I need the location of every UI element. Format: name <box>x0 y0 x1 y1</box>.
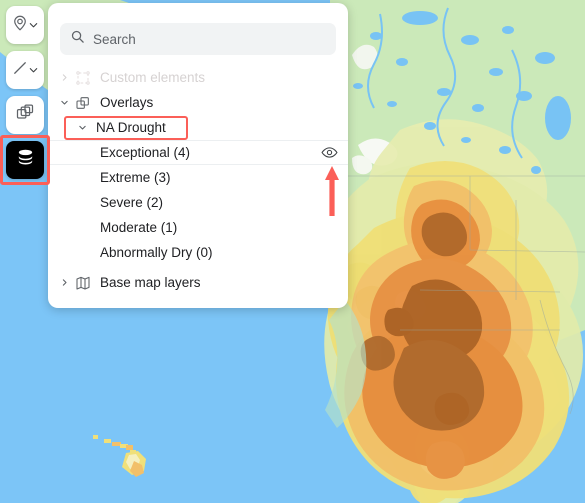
place-marker-tool-button[interactable] <box>6 6 44 44</box>
layer-item-exceptional[interactable]: Exceptional (4) <box>48 140 348 165</box>
tree-row-label: Overlays <box>100 95 154 110</box>
map-tools-toolbar <box>0 6 50 185</box>
tree-row-label: NA Drought <box>96 120 166 135</box>
search-icon <box>70 29 85 49</box>
layers-tool-button[interactable] <box>6 141 44 179</box>
search-bar[interactable] <box>60 23 336 55</box>
line-icon <box>11 59 29 82</box>
layers-tree: Custom elements Overlays NA Drought Exce… <box>48 61 348 295</box>
tree-row-na-drought[interactable]: NA Drought <box>48 115 348 140</box>
line-tool-button[interactable] <box>6 51 44 89</box>
dashed-square-icon <box>72 70 94 86</box>
tree-row-custom-elements[interactable]: Custom elements <box>48 65 348 90</box>
copy-layers-icon <box>72 95 94 111</box>
layer-item-moderate[interactable]: Moderate (1) <box>48 215 348 240</box>
tree-row-overlays[interactable]: Overlays <box>48 90 348 115</box>
copy-layers-icon <box>15 103 35 128</box>
map-application: Custom elements Overlays <box>0 0 585 503</box>
layer-item-abnormally-dry[interactable]: Abnormally Dry (0) <box>48 240 348 265</box>
layer-item-label: Exceptional (4) <box>100 145 191 160</box>
chevron-down-icon[interactable] <box>28 20 39 31</box>
chevron-right-icon[interactable] <box>56 73 72 82</box>
layer-item-label: Extreme (3) <box>100 170 171 185</box>
layers-panel: Custom elements Overlays <box>48 3 348 308</box>
chevron-right-icon[interactable] <box>56 278 72 287</box>
stacked-layers-icon <box>15 147 36 173</box>
chevron-down-icon[interactable] <box>74 123 90 132</box>
search-input[interactable] <box>93 23 326 55</box>
eye-icon[interactable] <box>321 144 338 161</box>
folded-map-icon <box>72 275 94 291</box>
chevron-down-icon[interactable] <box>28 65 39 76</box>
duplicate-tool-button[interactable] <box>6 96 44 134</box>
layer-item-extreme[interactable]: Extreme (3) <box>48 165 348 190</box>
map-pin-icon <box>11 14 29 37</box>
tree-row-na-drought-wrapper: NA Drought <box>48 115 348 140</box>
layer-item-severe[interactable]: Severe (2) <box>48 190 348 215</box>
tree-row-base-map-layers[interactable]: Base map layers <box>48 270 348 295</box>
tree-row-label: Base map layers <box>100 275 201 290</box>
tree-row-label: Custom elements <box>100 70 206 85</box>
layer-item-label: Moderate (1) <box>100 220 178 235</box>
layer-item-label: Severe (2) <box>100 195 164 210</box>
layer-item-label: Abnormally Dry (0) <box>100 245 213 260</box>
layers-tool-button-wrapper <box>0 135 50 185</box>
chevron-down-icon[interactable] <box>56 98 72 107</box>
